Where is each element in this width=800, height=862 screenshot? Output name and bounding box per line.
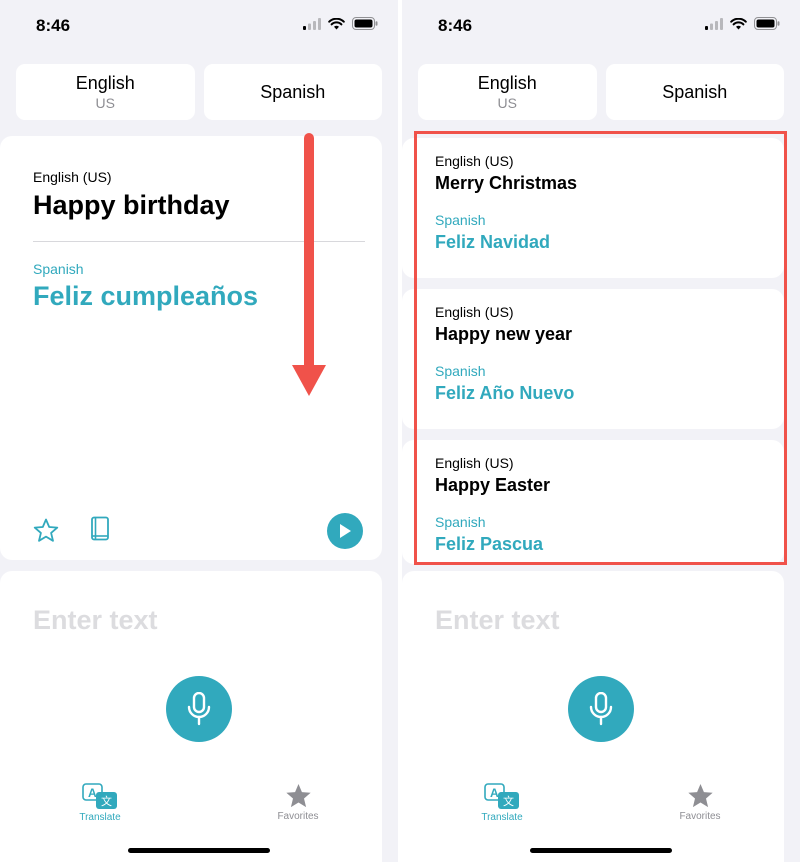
dictionary-book-icon[interactable] (90, 516, 110, 542)
target-language-label: Spanish (33, 261, 84, 277)
translated-text: Feliz Año Nuevo (435, 383, 575, 403)
battery-icon (352, 17, 378, 30)
right-screen: 8:46 English US Spanish English (US) Mer… (402, 0, 800, 862)
translate-icon: A 文 (82, 783, 117, 809)
microphone-icon (589, 692, 613, 726)
target-language-label: Spanish (435, 212, 486, 228)
source-language-label: English (US) (435, 455, 514, 471)
target-language-label: Spanish (435, 514, 486, 530)
microphone-icon (187, 692, 211, 726)
tab-translate-label: Translate (481, 812, 523, 823)
translated-text: Feliz Navidad (435, 232, 551, 252)
tab-favorites[interactable]: Favorites (660, 783, 740, 822)
status-bar: 8:46 (0, 0, 398, 50)
source-language-region: US (497, 95, 517, 111)
source-language-button[interactable]: English US (418, 64, 597, 120)
source-text: Happy Easter (435, 475, 551, 495)
wifi-icon (328, 17, 345, 29)
translated-text: Feliz Pascua (435, 534, 544, 554)
translate-icon: A 文 (484, 783, 519, 809)
source-language-button[interactable]: English US (16, 64, 195, 120)
status-icons (705, 17, 780, 30)
target-language-label: Spanish (435, 363, 486, 379)
source-text: Merry Christmas (435, 173, 578, 193)
signal-icon (303, 17, 321, 30)
tab-favorites[interactable]: Favorites (258, 783, 338, 822)
svg-text:文: 文 (101, 794, 112, 808)
home-indicator[interactable] (128, 848, 270, 853)
history-card[interactable]: English (US) Happy new year Spanish Feli… (402, 289, 784, 429)
wifi-icon (730, 17, 747, 29)
source-language-name: English (477, 73, 537, 93)
language-selector: English US Spanish (418, 64, 784, 120)
tab-translate[interactable]: A 文 Translate (462, 783, 542, 823)
tab-translate[interactable]: A 文 Translate (60, 783, 140, 823)
target-language-button[interactable]: Spanish (203, 64, 382, 120)
star-icon (687, 784, 713, 808)
status-bar: 8:46 (402, 0, 800, 50)
translated-text: Feliz cumpleaños (33, 281, 259, 311)
svg-text:文: 文 (503, 794, 514, 808)
home-indicator[interactable] (530, 848, 672, 853)
svg-text:A: A (490, 786, 499, 800)
favorite-star-icon[interactable] (33, 518, 59, 543)
target-language-name: Spanish (662, 81, 728, 102)
history-card[interactable]: English (US) Happy Easter Spanish Feliz … (402, 440, 784, 564)
tab-bar: A 文 Translate Favorites (402, 783, 784, 833)
target-language-name: Spanish (260, 81, 326, 102)
battery-icon (754, 17, 780, 30)
status-time: 8:46 (438, 16, 473, 35)
tab-favorites-label: Favorites (679, 811, 721, 822)
source-text: Happy new year (435, 324, 573, 344)
svg-text:A: A (88, 786, 97, 800)
tab-translate-label: Translate (79, 812, 121, 823)
source-language-label: English (US) (33, 169, 112, 185)
tab-bar: A 文 Translate Favorites (0, 783, 382, 833)
source-language-region: US (95, 95, 115, 111)
play-button[interactable] (327, 513, 363, 549)
history-card[interactable]: English (US) Merry Christmas Spanish Fel… (402, 138, 784, 278)
status-icons (303, 17, 378, 30)
status-time: 8:46 (36, 16, 71, 35)
microphone-button[interactable] (166, 676, 232, 742)
left-screen: 8:46 English US Spanish English (US) Hap… (0, 0, 398, 862)
signal-icon (705, 17, 723, 30)
source-language-label: English (US) (435, 153, 514, 169)
tab-favorites-label: Favorites (277, 811, 319, 822)
language-selector: English US Spanish (16, 64, 382, 120)
target-language-button[interactable]: Spanish (605, 64, 784, 120)
microphone-button[interactable] (568, 676, 634, 742)
play-icon (340, 524, 351, 538)
star-icon (285, 784, 311, 808)
text-input[interactable] (33, 605, 333, 636)
down-arrow-annotation (292, 133, 326, 396)
source-text: Happy birthday (33, 190, 230, 220)
source-language-name: English (75, 73, 135, 93)
source-language-label: English (US) (435, 304, 514, 320)
text-input[interactable] (435, 605, 735, 636)
